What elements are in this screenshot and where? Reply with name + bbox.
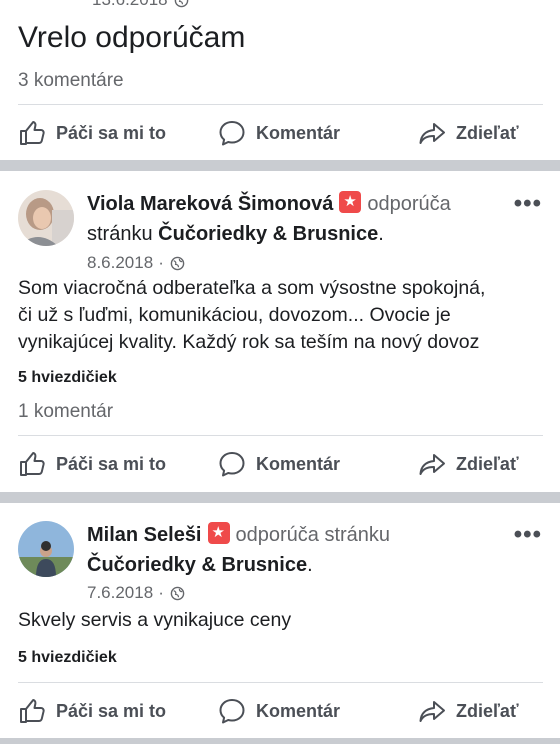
share-button[interactable]: Zdieľať [418, 697, 519, 725]
divider [18, 104, 543, 105]
post2-date[interactable]: 7.6.2018 · [87, 583, 185, 603]
thumbs-up-icon [20, 121, 45, 145]
comment-bubble-icon [219, 699, 245, 724]
post1-page-link[interactable]: Čučoriedky & Brusnice [158, 223, 378, 245]
post1-date-text: 8.6.2018 [87, 253, 154, 272]
post2-header: Milan Seleši odporúča stránku Čučoriedky … [87, 520, 507, 580]
post1-text-line: vynikajúcej kvality. Každý rok sa teším … [18, 331, 480, 353]
share-arrow-icon [419, 701, 445, 722]
post-separator [0, 492, 560, 503]
divider [18, 435, 543, 436]
comment-bubble-icon [219, 452, 245, 477]
share-arrow-icon [419, 454, 445, 475]
comment-button[interactable]: Komentár [218, 697, 340, 725]
like-label: Páči sa mi to [56, 122, 167, 143]
post0-date[interactable]: 13.6.2018 [92, 0, 189, 10]
share-arrow-icon [419, 123, 445, 144]
post0-text: Vrelo odporúčam [18, 21, 246, 54]
globe-icon [170, 586, 185, 600]
post2-period: . [307, 554, 313, 576]
comment-button[interactable]: Komentár [218, 450, 340, 478]
more-options-button[interactable]: ••• [514, 521, 542, 549]
avatar[interactable] [18, 521, 74, 577]
dot-separator: · [158, 583, 164, 602]
post1-text-line: Som viacročná odberateľka a som výsostne… [18, 277, 486, 299]
comment-label: Komentár [256, 453, 341, 474]
post2-rating: 5 hviezdičiek [18, 649, 117, 666]
like-button[interactable]: Páči sa mi to [18, 119, 166, 147]
post2-date-text: 7.6.2018 [87, 583, 154, 602]
post1-period: . [378, 223, 384, 245]
post1-header: Viola Mareková Šimonováodporúča stránku … [87, 189, 507, 249]
post1-comments-link[interactable]: 1 komentár [18, 401, 113, 423]
post-separator [0, 160, 560, 171]
like-button[interactable]: Páči sa mi to [18, 450, 166, 478]
comment-bubble-icon [219, 121, 245, 146]
post2-page-link[interactable]: Čučoriedky & Brusnice [87, 554, 307, 576]
like-label: Páči sa mi to [56, 453, 167, 474]
like-label: Páči sa mi to [56, 700, 167, 721]
comment-button[interactable]: Komentár [218, 119, 340, 147]
share-button[interactable]: Zdieľať [418, 450, 519, 478]
share-button[interactable]: Zdieľať [418, 119, 519, 147]
comment-label: Komentár [256, 122, 341, 143]
comment-label: Komentár [256, 700, 341, 721]
post1-author[interactable]: Viola Mareková Šimonová [87, 193, 333, 215]
thumbs-up-icon [20, 452, 45, 476]
post1-text-line: či už s ľuďmi, komunikáciou, dovozom... … [18, 304, 451, 326]
dot-separator: · [158, 253, 164, 272]
post1-verb: odporúča [367, 193, 451, 215]
post0-comments-link[interactable]: 3 komentáre [18, 70, 124, 92]
post1-text: Som viacročná odberateľka a som výsostne… [18, 275, 548, 356]
avatar[interactable] [18, 190, 74, 246]
recommend-star-icon [207, 522, 230, 544]
globe-icon [170, 256, 185, 270]
post1-date[interactable]: 8.6.2018 · [87, 253, 185, 273]
like-button[interactable]: Páči sa mi to [18, 697, 166, 725]
share-label: Zdieľať [456, 453, 519, 474]
recommend-star-icon [339, 191, 362, 213]
share-label: Zdieľať [456, 700, 519, 721]
post0-date-text: 13.6.2018 [92, 0, 168, 10]
share-label: Zdieľať [456, 122, 519, 143]
more-options-button[interactable]: ••• [514, 190, 542, 218]
post2-author[interactable]: Milan Seleši [87, 524, 202, 546]
post1-rating: 5 hviezdičiek [18, 369, 117, 386]
post-separator [0, 738, 560, 744]
thumbs-up-icon [20, 699, 45, 723]
post2-text: Skvely servis a vynikajuce ceny [18, 609, 292, 631]
divider [18, 682, 543, 683]
post2-verb: odporúča stránku [235, 524, 391, 546]
globe-icon [174, 0, 188, 7]
post1-verb2: stránku [87, 223, 153, 245]
